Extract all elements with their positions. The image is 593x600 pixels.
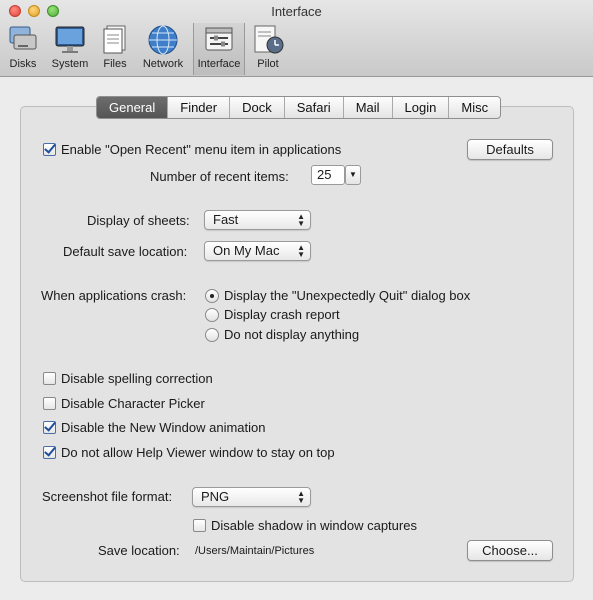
choose-button[interactable]: Choose...: [467, 540, 553, 561]
open-recent-checkbox[interactable]: [43, 141, 56, 156]
screenshot-save-label: Save location:: [98, 543, 180, 558]
popup-arrows-icon: ▲ ▼: [297, 243, 305, 259]
disable-character-picker-label: Disable Character Picker: [61, 396, 205, 411]
tab-dock[interactable]: Dock: [229, 97, 284, 118]
pilot-icon: [254, 25, 284, 54]
toolbar-item-network[interactable]: Network: [138, 23, 188, 75]
files-icon: [103, 25, 126, 54]
sheets-value: Fast: [213, 212, 239, 227]
disable-window-animation-checkbox[interactable]: [43, 419, 56, 434]
system-icon: [55, 26, 85, 53]
toolbar-item-disks[interactable]: Disks: [4, 23, 42, 75]
disable-spelling-label: Disable spelling correction: [61, 371, 213, 386]
tab-bar: General Finder Dock Safari Mail Login Mi…: [96, 96, 502, 119]
disable-character-picker-checkbox[interactable]: [43, 397, 56, 410]
network-icon: [148, 25, 178, 55]
tab-finder[interactable]: Finder: [167, 97, 229, 118]
disable-window-animation-label: Disable the New Window animation: [61, 420, 266, 435]
tab-mail[interactable]: Mail: [342, 97, 392, 118]
window-title: Interface: [271, 4, 322, 19]
toolbar-item-pilot[interactable]: Pilot: [249, 23, 287, 75]
toolbar-item-interface[interactable]: Interface: [193, 23, 245, 75]
help-viewer-checkbox[interactable]: [43, 444, 56, 459]
crash-option-report: Display crash report: [224, 307, 340, 322]
recent-items-field[interactable]: 25: [311, 165, 345, 185]
disks-icon: [9, 26, 37, 50]
interface-icon: [205, 27, 233, 51]
defaults-button[interactable]: Defaults: [467, 139, 553, 160]
save-location-value: On My Mac: [213, 243, 280, 258]
tab-login[interactable]: Login: [391, 97, 449, 118]
help-viewer-label: Do not allow Help Viewer window to stay …: [61, 445, 335, 460]
sheets-popup[interactable]: Fast ▲ ▼: [204, 210, 311, 230]
screenshot-format-value: PNG: [201, 489, 230, 504]
toolbar-item-files[interactable]: Files: [98, 23, 132, 75]
screenshot-save-path: /Users/Maintain/Pictures: [195, 545, 315, 557]
recent-items-dropdown[interactable]: ▼: [345, 165, 361, 185]
tab-panel: [20, 106, 574, 582]
disable-spelling-checkbox[interactable]: [43, 372, 56, 385]
open-recent-label: Enable "Open Recent" menu item in applic…: [61, 142, 342, 157]
save-location-label: Default save location:: [63, 244, 188, 259]
crash-option-dialog: Display the "Unexpectedly Quit" dialog b…: [224, 288, 471, 303]
crash-label: When applications crash:: [41, 288, 187, 303]
crash-radio-dialog[interactable]: [205, 289, 219, 303]
recent-items-label: Number of recent items:: [150, 169, 289, 184]
screenshot-format-label: Screenshot file format:: [42, 489, 173, 504]
toolbar-item-system[interactable]: System: [48, 23, 92, 75]
crash-radio-report[interactable]: [205, 308, 219, 322]
popup-arrows-icon: ▲ ▼: [297, 212, 305, 228]
screenshot-format-popup[interactable]: PNG ▲ ▼: [192, 487, 311, 507]
preferences-window: Interface Disks System Files Network Int…: [0, 0, 593, 600]
save-location-popup[interactable]: On My Mac ▲ ▼: [204, 241, 311, 261]
tab-safari[interactable]: Safari: [283, 97, 343, 118]
crash-radio-nothing[interactable]: [205, 328, 219, 342]
disable-shadow-checkbox[interactable]: [193, 519, 206, 532]
crash-option-nothing: Do not display anything: [224, 327, 360, 342]
disable-shadow-label: Disable shadow in window captures: [211, 518, 417, 533]
popup-arrows-icon: ▲ ▼: [297, 489, 305, 505]
sheets-label: Display of sheets:: [87, 213, 190, 228]
tab-general[interactable]: General: [97, 97, 168, 118]
tab-misc[interactable]: Misc: [448, 97, 500, 118]
toolbar: Interface Disks System Files Network Int…: [0, 0, 593, 77]
